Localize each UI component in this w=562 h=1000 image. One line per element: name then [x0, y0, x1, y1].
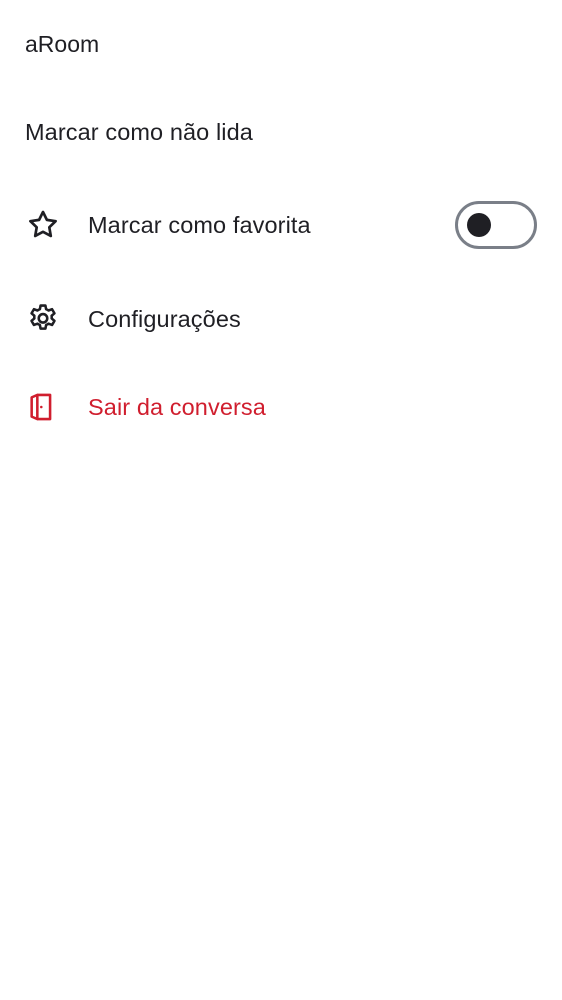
room-actions-sheet: aRoom Marcar como não lida Marcar como f… [0, 0, 562, 1000]
leave-room-label: Sair da conversa [88, 394, 266, 420]
favorite-label: Marcar como favorita [88, 212, 311, 238]
gear-icon [25, 301, 61, 337]
mark-unread-item[interactable]: Marcar como não lida [0, 108, 562, 156]
exit-door-icon [25, 389, 61, 425]
favorite-toggle[interactable] [455, 201, 537, 249]
settings-item[interactable]: Configurações [0, 294, 562, 344]
toggle-knob [467, 213, 491, 237]
settings-label: Configurações [88, 306, 241, 332]
leave-room-item[interactable]: Sair da conversa [0, 382, 562, 432]
mark-unread-label: Marcar como não lida [25, 119, 253, 145]
star-outline-icon [25, 207, 61, 243]
favorite-item[interactable]: Marcar como favorita [0, 196, 562, 254]
room-title: aRoom [25, 31, 100, 57]
